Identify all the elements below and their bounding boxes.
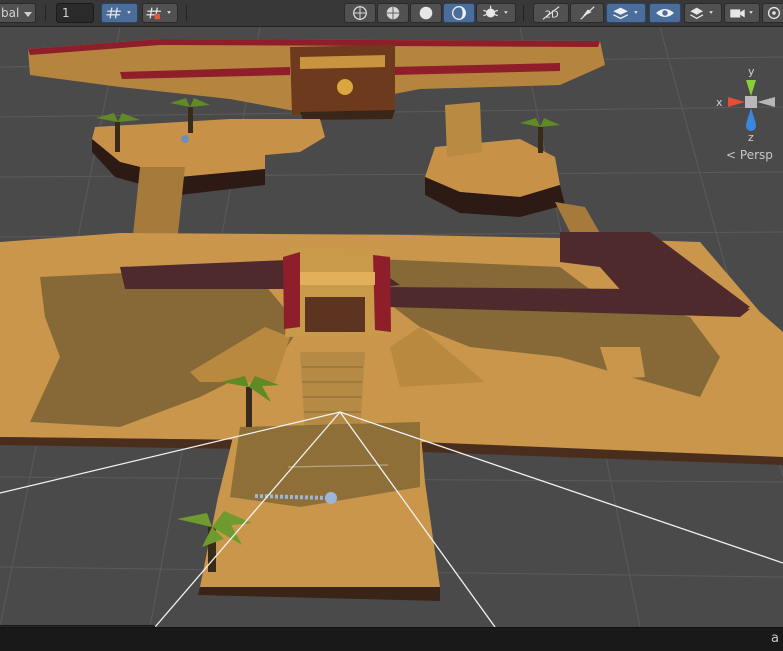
- draw-mode-unlit-icon: [452, 6, 466, 20]
- camera-icon: [730, 9, 753, 18]
- gizmo-z-label: z: [748, 131, 754, 144]
- draw-mode-shaded-icon: [419, 6, 433, 20]
- gizmo-x-axis[interactable]: [728, 97, 745, 107]
- draw-mode-wireframe-icon: [353, 6, 367, 20]
- draw-mode-shaded-wireframe-button[interactable]: [377, 3, 409, 23]
- pivot-rotation-label: bal: [1, 6, 20, 20]
- scene-render: [0, 27, 783, 627]
- draw-mode-unlit-button[interactable]: [443, 3, 475, 23]
- 2d-toggle-button[interactable]: 2D: [533, 3, 569, 23]
- toolbar-divider: [186, 5, 187, 21]
- 2d-toggle-icon: 2D: [542, 6, 560, 21]
- scene-toolbar: bal 1 2D: [0, 0, 783, 27]
- gizmo-y-axis[interactable]: [746, 80, 756, 96]
- toolbar-divider: [45, 5, 46, 21]
- scene-viewport[interactable]: y x z < Persp: [0, 27, 783, 627]
- gizmo-neg-x-axis[interactable]: [757, 97, 775, 107]
- lighting-toggle-icon: [580, 6, 595, 20]
- scene-visibility-icon: [656, 8, 674, 18]
- pivot-rotation-dropdown[interactable]: bal: [0, 3, 36, 23]
- foreground-platform: [198, 422, 440, 601]
- gizmo-y-label: y: [748, 65, 755, 78]
- overlays-button[interactable]: [684, 3, 722, 23]
- render-debug-button[interactable]: [476, 3, 516, 23]
- status-indicator: a: [771, 631, 779, 646]
- incremental-snap-button[interactable]: [142, 3, 178, 23]
- scene-view-options-button[interactable]: [762, 3, 783, 23]
- render-debug-icon: [483, 5, 508, 18]
- chevron-left-icon: <: [726, 148, 737, 162]
- grid-snap-increment-value: 1: [62, 6, 70, 20]
- status-bar: a: [0, 627, 783, 651]
- incremental-snap-icon: [146, 7, 171, 20]
- grid-toggle-icon: [106, 7, 131, 19]
- layers-effects-button[interactable]: [606, 3, 646, 23]
- draw-mode-wireframe-button[interactable]: [344, 3, 376, 23]
- gizmo-center-cube[interactable]: [745, 96, 757, 108]
- grid-snap-increment-field[interactable]: 1: [56, 3, 94, 23]
- projection-label: Persp: [739, 148, 773, 162]
- chevron-down-icon: [24, 12, 32, 17]
- camera-button[interactable]: [724, 3, 760, 23]
- scene-visibility-button[interactable]: [649, 3, 681, 23]
- grid-toggle-button[interactable]: [101, 3, 138, 23]
- scene-view-options-icon: [767, 6, 781, 20]
- svg-text:2D: 2D: [545, 10, 559, 21]
- lighting-toggle-button[interactable]: [570, 3, 604, 23]
- toolbar-divider: [523, 5, 524, 21]
- layers-effects-icon: [613, 7, 638, 20]
- gizmo-x-label: x: [716, 96, 723, 109]
- projection-toggle[interactable]: < Persp: [726, 148, 773, 162]
- overlays-icon: [690, 7, 713, 20]
- draw-mode-shaded-wireframe-icon: [386, 6, 400, 20]
- draw-mode-shaded-button[interactable]: [410, 3, 442, 23]
